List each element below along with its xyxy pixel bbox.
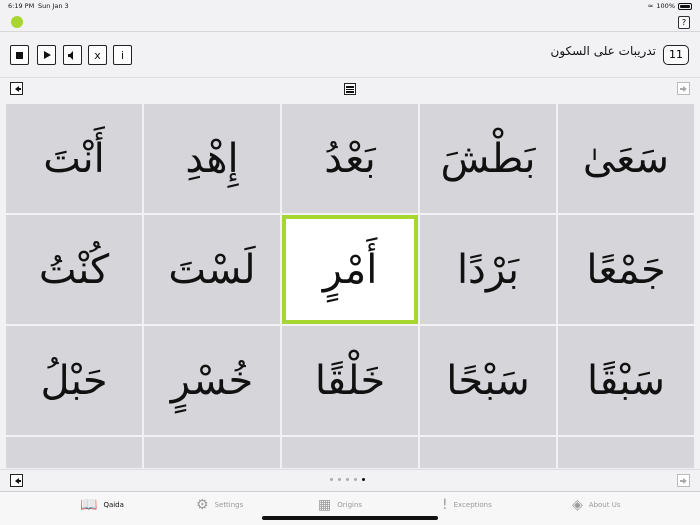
bottom-prev-button[interactable] — [10, 474, 23, 487]
speaker-button[interactable] — [63, 45, 82, 65]
page-indicator[interactable] — [330, 478, 365, 481]
arrow-right-icon — [679, 477, 687, 484]
diamond-icon: ◈ — [572, 497, 583, 513]
status-date: Sun Jan 3 — [38, 2, 69, 10]
tab-label: Settings — [214, 501, 244, 509]
exclamation-icon: ! — [442, 497, 448, 513]
tab-settings[interactable]: ⚙ Settings — [196, 496, 243, 514]
tab-origins[interactable]: ▦ Origins — [318, 496, 362, 514]
status-right: ≈ 100% — [648, 2, 692, 10]
word-cell[interactable]: سَبْقًا — [558, 326, 694, 435]
word-cell[interactable] — [282, 437, 418, 468]
bottom-next-button[interactable] — [677, 474, 690, 487]
close-button[interactable]: x — [88, 45, 107, 65]
help-button[interactable]: ? — [678, 16, 690, 29]
word-cell[interactable] — [6, 437, 142, 468]
next-button[interactable] — [677, 82, 690, 95]
word-cell[interactable]: سَعَىٰ — [558, 104, 694, 213]
arrow-left-icon — [14, 477, 21, 484]
word-cell[interactable]: خُسْرٍ — [144, 326, 280, 435]
word-cell[interactable]: إِهْدِ — [144, 104, 280, 213]
tab-about-us[interactable]: ◈ About Us — [572, 496, 620, 514]
tab-label: Exceptions — [453, 501, 492, 509]
page-dot[interactable] — [338, 478, 341, 481]
tab-qaida[interactable]: 📖 Qaida — [80, 496, 124, 514]
word-grid: أَنْتَ إِهْدِ بَعْدُ بَطْشَ سَعَىٰ كُنْتُ لَسْ… — [6, 104, 694, 468]
prev-button[interactable] — [10, 82, 23, 95]
battery-percent: 100% — [656, 2, 675, 10]
battery-icon — [678, 2, 692, 10]
word-cell[interactable]: أَنْتَ — [6, 104, 142, 213]
status-time: 6:19 PM — [8, 2, 35, 10]
lesson-title: تدريبات على السكون — [550, 44, 656, 58]
word-cell[interactable]: أَمْرٍ — [282, 215, 418, 324]
play-icon — [44, 51, 51, 59]
word-cell[interactable]: بَطْشَ — [420, 104, 556, 213]
arrow-right-icon — [679, 85, 687, 92]
bottom-bar — [0, 469, 700, 491]
puzzle-icon: ▦ — [318, 497, 332, 513]
tab-label: About Us — [588, 501, 621, 509]
word-cell[interactable]: لَسْتَ — [144, 215, 280, 324]
word-cell[interactable]: كُنْتُ — [6, 215, 142, 324]
lesson-number: 11 — [663, 45, 689, 65]
word-cell[interactable]: بَرْدًا — [420, 215, 556, 324]
home-indicator[interactable] — [262, 516, 438, 520]
gear-icon: ⚙ — [196, 497, 209, 513]
word-cell[interactable]: حَبْلُ — [6, 326, 142, 435]
play-button[interactable] — [37, 45, 56, 65]
word-cell[interactable]: سَبْحًا — [420, 326, 556, 435]
arrow-left-icon — [14, 85, 21, 92]
word-cell[interactable]: خَلْقًا — [282, 326, 418, 435]
speaker-icon — [68, 50, 73, 60]
page-dot[interactable] — [362, 478, 365, 481]
wifi-icon: ≈ — [647, 2, 654, 10]
top-bar: ? — [0, 12, 700, 32]
stop-icon — [16, 51, 23, 59]
status-bar: 6:19 PM Sun Jan 3 ≈ 100% — [0, 0, 700, 12]
book-icon: 📖 — [80, 497, 98, 513]
page-dot[interactable] — [354, 478, 357, 481]
stop-button[interactable] — [10, 45, 29, 65]
list-button[interactable] — [344, 83, 356, 95]
word-cell[interactable] — [420, 437, 556, 468]
tab-exceptions[interactable]: ! Exceptions — [442, 496, 492, 514]
status-dot-icon[interactable] — [11, 16, 23, 28]
tab-label: Origins — [337, 501, 363, 509]
word-grid-inner: أَنْتَ إِهْدِ بَعْدُ بَطْشَ سَعَىٰ كُنْتُ لَسْ… — [6, 104, 694, 468]
app-screen: 6:19 PM Sun Jan 3 ≈ 100% ? x i تدريبات ع… — [0, 0, 700, 525]
info-button[interactable]: i — [113, 45, 132, 65]
word-cell[interactable]: جَمْعًا — [558, 215, 694, 324]
word-cell[interactable]: بَعْدُ — [282, 104, 418, 213]
control-bar: x i تدريبات على السكون 11 — [0, 33, 700, 77]
word-cell[interactable] — [144, 437, 280, 468]
tab-label: Qaida — [103, 501, 124, 509]
page-dot[interactable] — [346, 478, 349, 481]
word-cell[interactable] — [558, 437, 694, 468]
page-dot[interactable] — [330, 478, 333, 481]
nav-bar — [0, 77, 700, 99]
